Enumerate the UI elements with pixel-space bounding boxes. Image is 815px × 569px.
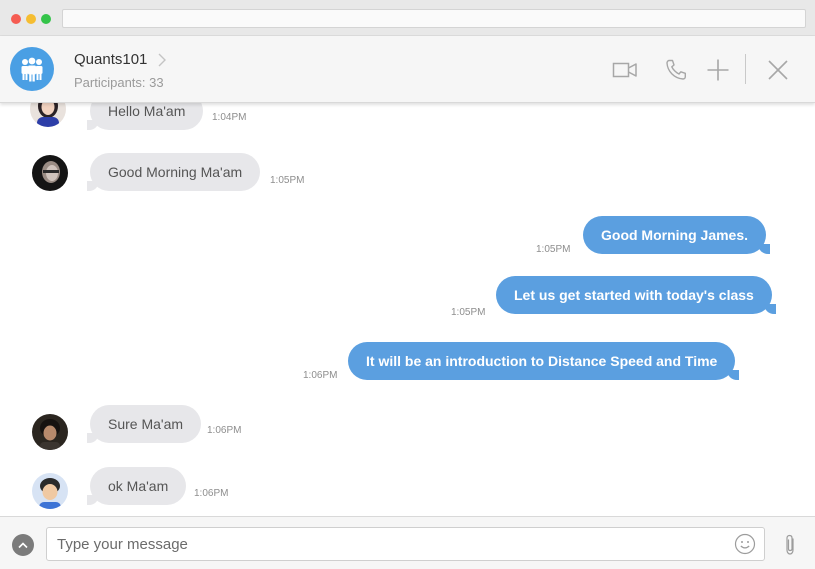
group-icon — [21, 57, 43, 82]
message-time: 1:04PM — [212, 112, 247, 123]
close-chat-button[interactable] — [764, 56, 792, 84]
user-photo — [32, 155, 68, 191]
voice-call-button[interactable] — [662, 56, 690, 84]
avatar[interactable] — [30, 103, 66, 127]
address-bar[interactable] — [62, 9, 806, 28]
user-photo — [30, 103, 66, 127]
header-divider — [745, 54, 746, 84]
window-maximize-dot[interactable] — [41, 14, 51, 24]
message-bubble[interactable]: Hello Ma'am — [86, 103, 204, 130]
group-name-row[interactable]: Quants101 — [74, 51, 168, 68]
video-camera-icon — [612, 62, 637, 78]
group-name: Quants101 — [74, 51, 148, 68]
phone-icon — [666, 59, 686, 80]
message-list[interactable]: Hello Ma'am 1:04PM Good Morning Ma'am 1:… — [0, 103, 815, 516]
avatar[interactable] — [32, 155, 68, 191]
message-bubble[interactable]: Good Morning Ma'am — [86, 153, 261, 191]
message-input[interactable] — [46, 527, 765, 561]
message-bubble[interactable]: Let us get started with today's class — [496, 276, 776, 314]
participants-count: Participants: 33 — [74, 75, 164, 90]
message-bubble[interactable]: Sure Ma'am — [86, 405, 202, 443]
window-titlebar — [0, 0, 815, 36]
message-time: 1:06PM — [207, 425, 242, 436]
message-bubble[interactable]: ok Ma'am — [86, 467, 187, 505]
window-close-dot[interactable] — [11, 14, 21, 24]
message-time: 1:05PM — [270, 175, 305, 186]
add-participant-button[interactable] — [704, 56, 732, 84]
chat-window: Quants101 Participants: 33 Hello Ma'am 1… — [0, 0, 815, 569]
window-minimize-dot[interactable] — [26, 14, 36, 24]
avatar[interactable] — [32, 414, 68, 450]
message-time: 1:06PM — [194, 488, 229, 499]
message-bubble[interactable]: Good Morning James. — [583, 216, 771, 254]
message-bubble[interactable]: It will be an introduction to Distance S… — [348, 342, 740, 380]
message-time: 1:05PM — [451, 307, 486, 318]
message-composer — [0, 516, 815, 569]
emoji-icon — [734, 533, 756, 555]
close-icon — [768, 60, 788, 80]
chevron-up-icon — [18, 542, 28, 549]
message-time: 1:06PM — [303, 370, 338, 381]
chat-header: Quants101 Participants: 33 — [0, 36, 815, 103]
paperclip-icon — [786, 534, 794, 555]
plus-icon — [707, 59, 729, 81]
group-avatar[interactable] — [10, 47, 54, 91]
user-photo — [32, 473, 68, 509]
user-photo — [32, 414, 68, 450]
video-call-button[interactable] — [611, 56, 639, 84]
message-time: 1:05PM — [536, 244, 571, 255]
avatar[interactable] — [32, 473, 68, 509]
emoji-button[interactable] — [734, 533, 756, 555]
expand-options-button[interactable] — [12, 534, 34, 556]
attach-file-button[interactable] — [780, 533, 800, 557]
chevron-right-icon — [158, 53, 167, 66]
